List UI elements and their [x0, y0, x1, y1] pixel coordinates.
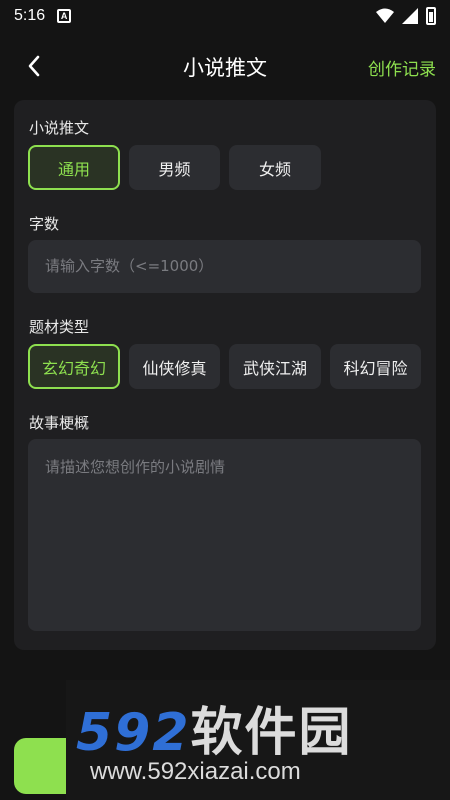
watermark-logo: 592软件园 — [76, 690, 353, 765]
wifi-icon — [376, 8, 394, 23]
category-option-female[interactable]: 女频 — [229, 145, 321, 190]
status-bar: 5:16 A — [0, 0, 450, 32]
watermark: 592软件园 www.592xiazai.com — [66, 680, 450, 800]
battery-icon — [426, 7, 436, 25]
category-option-male[interactable]: 男频 — [129, 145, 220, 190]
cellular-signal-icon — [402, 8, 418, 24]
notification-a-icon: A — [57, 9, 72, 23]
genre-option-scifi[interactable]: 科幻冒险 — [330, 344, 421, 389]
status-icons — [376, 7, 436, 25]
genre-option-wuxia[interactable]: 武侠江湖 — [229, 344, 321, 389]
form-card: 小说推文 通用 男频 女频 字数 请输入字数（<=1000） 题材类型 玄幻奇幻… — [14, 100, 436, 650]
creation-history-button[interactable]: 创作记录 — [368, 55, 436, 80]
synopsis-label: 故事梗概 — [29, 414, 90, 432]
header: 小说推文 创作记录 — [0, 44, 450, 88]
status-time: 5:16 — [14, 7, 46, 24]
genre-label: 题材类型 — [29, 318, 90, 336]
category-option-general[interactable]: 通用 — [28, 145, 120, 190]
genre-option-xianxia[interactable]: 仙侠修真 — [129, 344, 220, 389]
watermark-brand-text: 软件园 — [190, 703, 353, 763]
synopsis-textarea[interactable]: 请描述您想创作的小说剧情 — [28, 439, 421, 631]
word-count-label: 字数 — [29, 215, 60, 233]
category-label: 小说推文 — [29, 119, 90, 137]
word-count-input[interactable]: 请输入字数（<=1000） — [28, 240, 421, 293]
watermark-url: www.592xiazai.com — [90, 758, 301, 785]
watermark-brand-number: 592 — [76, 703, 191, 763]
genre-option-fantasy[interactable]: 玄幻奇幻 — [28, 344, 120, 389]
